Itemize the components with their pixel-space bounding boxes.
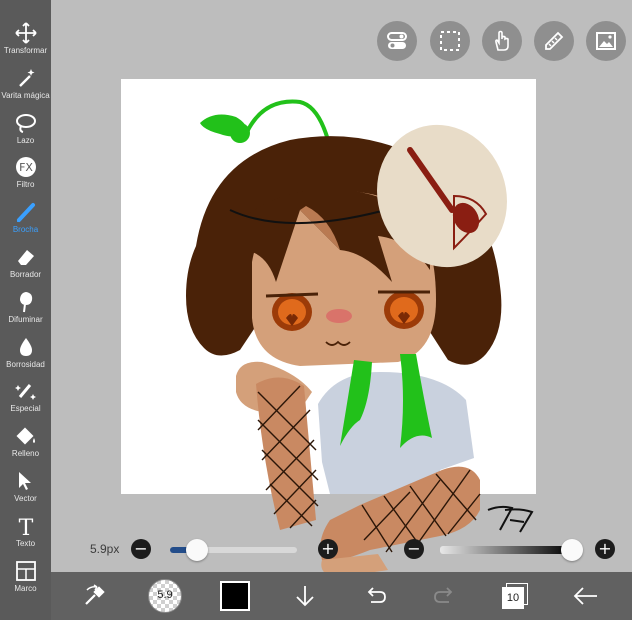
brush-size-label: 5.9px [90,542,120,556]
layers-count: 10 [502,587,524,609]
sprout-leaf [230,123,250,143]
bottom-bar: 5.9 10 [51,572,632,620]
opacity-decrease-button[interactable]: − [404,539,424,559]
brush-size-indicator[interactable]: 5.9 [147,578,183,614]
size-increase-button[interactable]: + [318,539,338,559]
opacity-increase-button[interactable]: + [595,539,615,559]
download-button[interactable] [287,578,323,614]
arrow-down-icon [296,586,314,607]
opacity-slider-thumb[interactable] [561,539,583,561]
swap-tools-icon [85,584,105,605]
redo-icon [434,587,453,603]
redo-button[interactable] [427,578,463,614]
back-button[interactable] [567,578,603,614]
artwork [186,99,534,578]
layers-button[interactable]: 10 [497,578,533,614]
opacity-slider-track[interactable] [440,546,572,554]
nose [326,309,352,323]
brush-settings-button[interactable] [77,578,113,614]
size-decrease-button[interactable]: − [131,539,151,559]
signature-mark [487,505,534,533]
arrow-left-icon [573,587,597,605]
brush-size-badge: 5.9 [157,589,173,601]
undo-icon [367,587,386,603]
sprout-stem [246,99,330,141]
undo-button[interactable] [357,578,393,614]
color-picker-button[interactable] [217,578,253,614]
current-color-swatch [220,581,250,611]
